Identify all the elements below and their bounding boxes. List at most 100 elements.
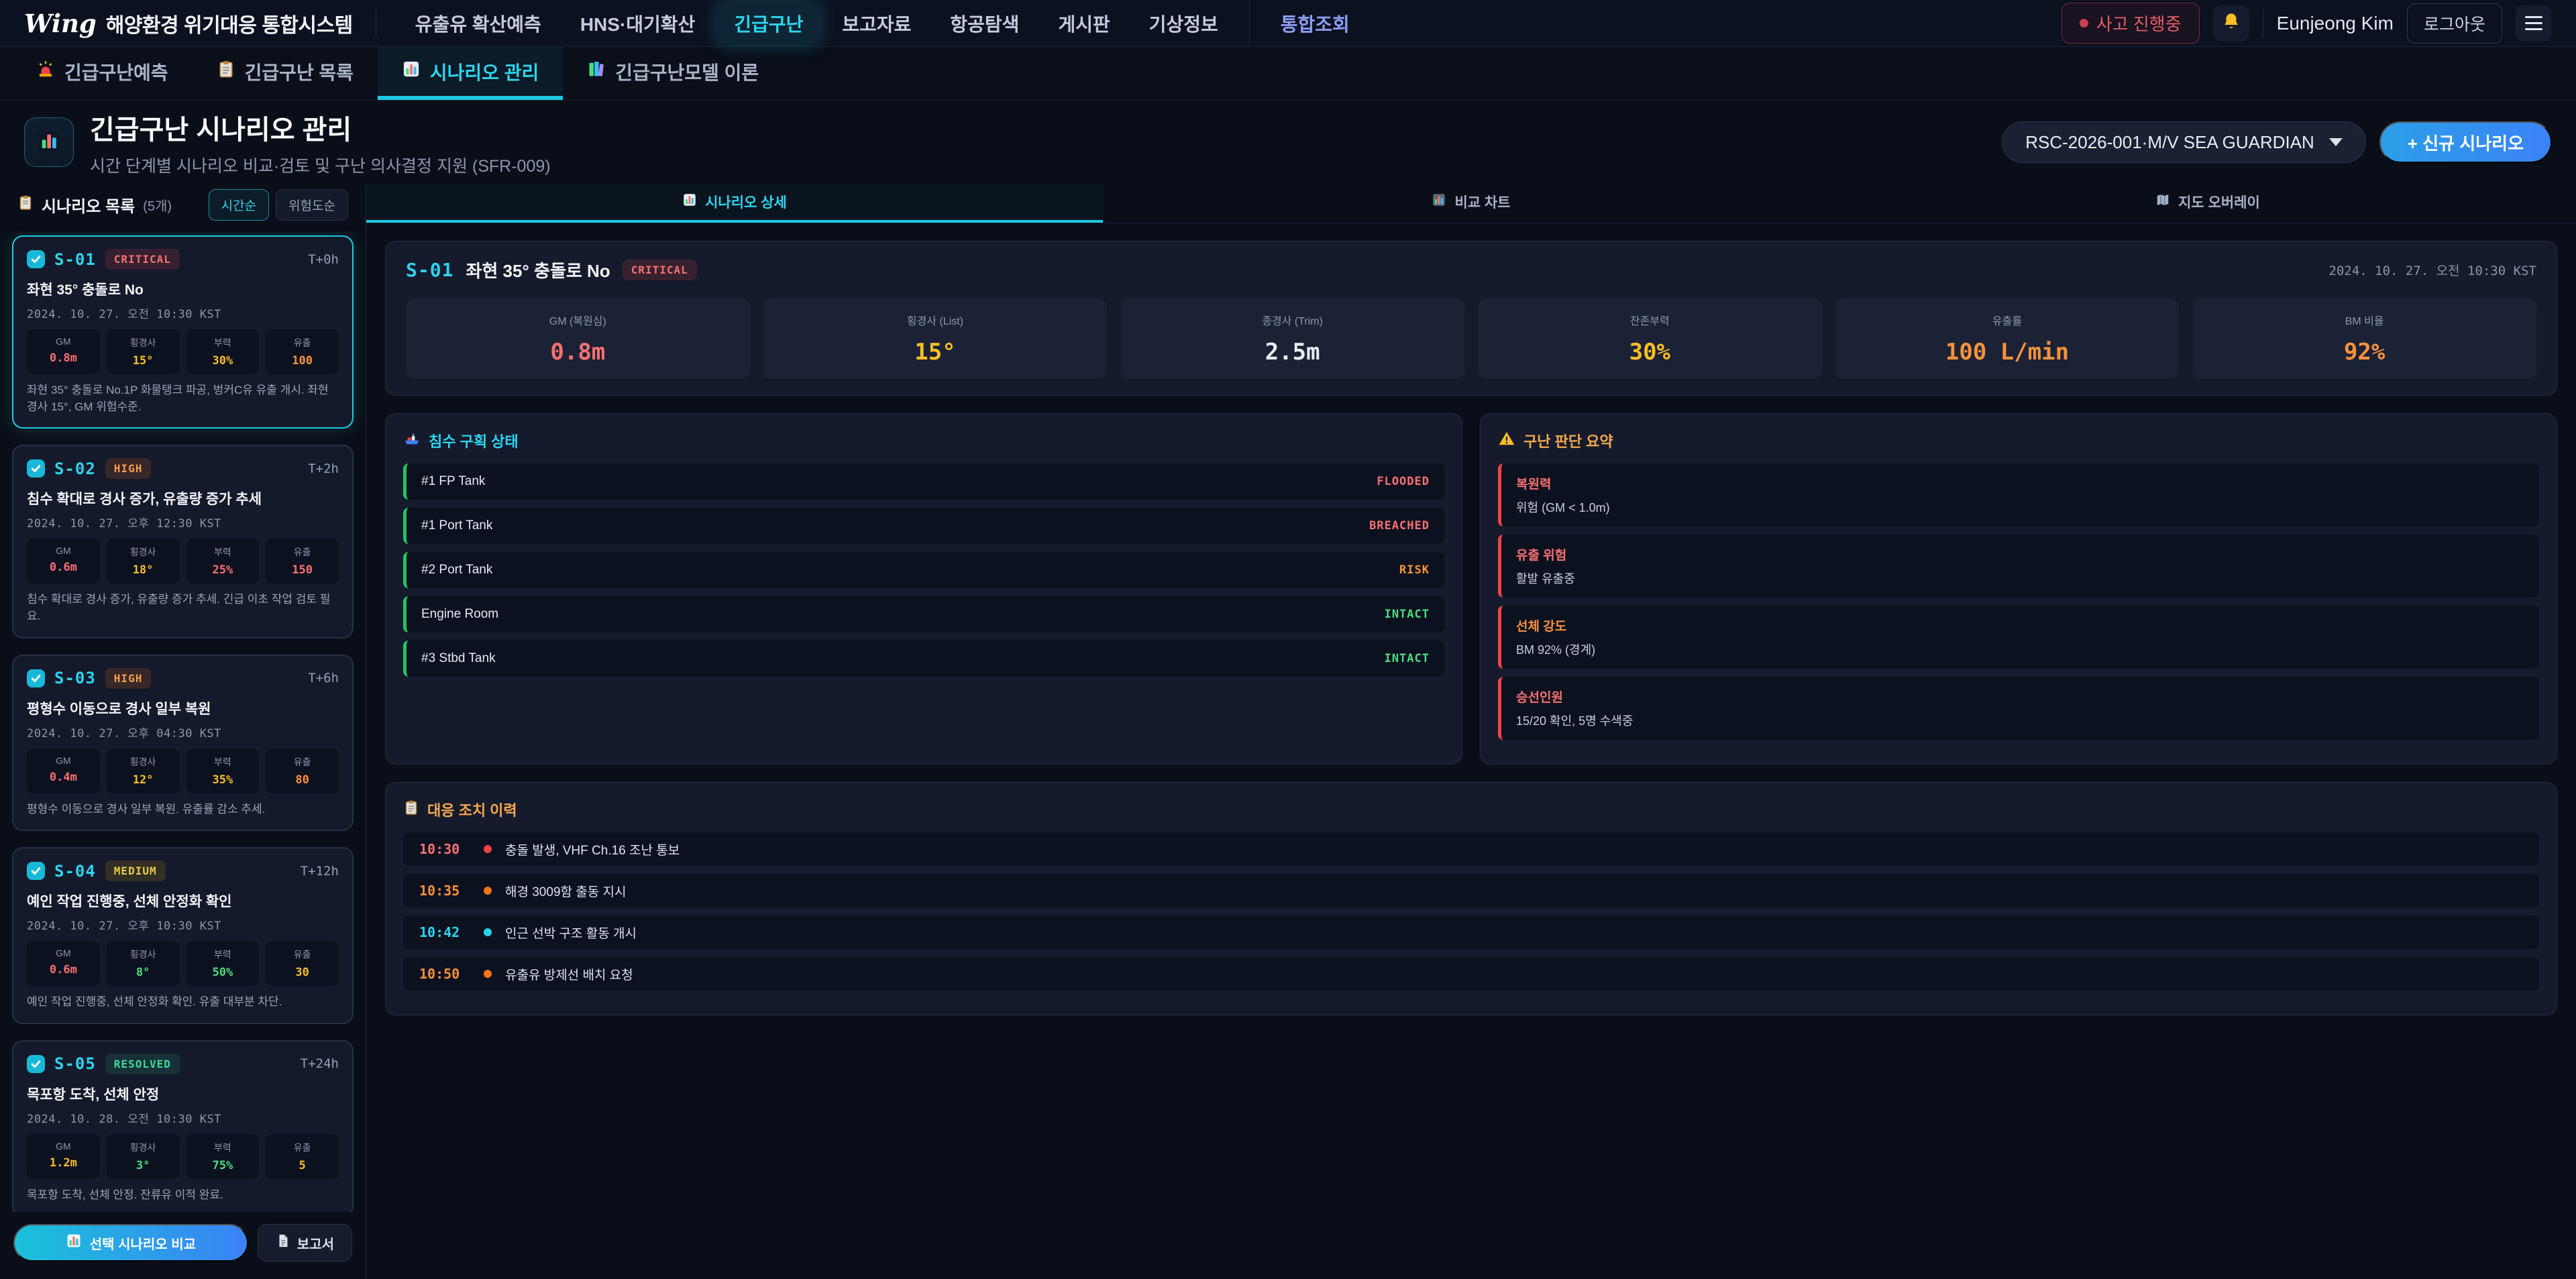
scenario-metrics: GM 0.6m 횡경사 18° 부력 25% 유출 150 <box>27 539 339 583</box>
compartment-status: BREACHED <box>1369 519 1430 533</box>
tab-label: 긴급구난모델 이론 <box>615 58 759 85</box>
bell-icon <box>2221 11 2241 35</box>
nav-item-aerial-search[interactable]: 항공탐색 <box>934 3 1035 44</box>
tab-model-theory[interactable]: 긴급구난모델 이론 <box>563 47 783 100</box>
tab-emergency-list[interactable]: 긴급구난 목록 <box>193 47 378 100</box>
scenario-card-s03[interactable]: S-03 HIGH T+6h 평형수 이동으로 경사 일부 복원 2024. 1… <box>12 655 354 832</box>
scenario-card-s02[interactable]: S-02 HIGH T+2h 침수 확대로 경사 증가, 유출량 증가 추세 2… <box>12 445 354 638</box>
sort-buttons: 시간순 위험도순 <box>209 189 348 221</box>
assessment-label: 승선인원 <box>1516 687 2524 706</box>
case-selector[interactable]: RSC-2026-001·M/V SEA GUARDIAN <box>2002 121 2366 163</box>
clipboard-icon <box>217 60 235 83</box>
metric-value: 5 <box>268 1159 336 1172</box>
nav-item-oil-spill[interactable]: 유출유 확산예측 <box>399 3 557 44</box>
compartment-name: #1 FP Tank <box>421 474 485 489</box>
metric-card-buoyancy: 잔존부력 30% <box>1478 298 1822 379</box>
metric-buoyancy: 부력 75% <box>186 1134 260 1179</box>
panel-title-label: 침수 구획 상태 <box>429 430 519 451</box>
sort-by-time-button[interactable]: 시간순 <box>209 189 269 221</box>
scenario-title: 목포항 도착, 선체 안정 <box>27 1084 339 1104</box>
scenario-datetime: 2024. 10. 27. 오전 10:30 KST <box>27 304 339 321</box>
metric-label: 횡경사 <box>109 545 177 559</box>
tab-comparison-chart[interactable]: 비교 차트 <box>1103 184 1839 223</box>
nav-item-reports[interactable]: 보고자료 <box>826 3 927 44</box>
metric-card-list: 횡경사 (List) 15° <box>763 298 1108 379</box>
metric-label: 횡경사 <box>109 755 177 769</box>
siren-icon <box>36 60 55 83</box>
scenario-card-s04[interactable]: S-04 MEDIUM T+12h 예인 작업 진행중, 선체 안정화 확인 2… <box>12 847 354 1024</box>
timeline-text: 충돌 발생, VHF Ch.16 조난 통보 <box>505 840 680 858</box>
metric-label: 부력 <box>189 755 257 769</box>
metric-label: GM <box>30 755 97 766</box>
timeline-dot-icon <box>484 928 492 936</box>
metric-buoyancy: 부력 50% <box>186 941 260 986</box>
tab-label: 긴급구난 목록 <box>245 58 354 85</box>
logout-button[interactable]: 로그아웃 <box>2407 3 2502 44</box>
severity-badge: MEDIUM <box>105 860 166 881</box>
checkbox-checked[interactable] <box>27 250 45 268</box>
metric-value: 2.5m <box>1127 339 1458 366</box>
checkbox-checked[interactable] <box>27 669 45 687</box>
metric-value: 100 L/min <box>1842 339 2173 366</box>
assessment-row: 유출 위험 활발 유출중 <box>1498 535 2539 598</box>
assessment-value: 활발 유출중 <box>1516 569 2524 587</box>
notifications-button[interactable] <box>2213 5 2249 42</box>
metric-value: 0.8m <box>413 339 743 366</box>
tab-label: 긴급구난예측 <box>64 58 168 85</box>
main-area: 시나리오 상세 비교 차트 지도 오버레이 S-01 좌현 35° 충돌 <box>366 184 2576 1279</box>
nav-item-emergency-salvage[interactable]: 긴급구난 <box>718 3 819 44</box>
metric-value: 0.6m <box>30 963 97 977</box>
detail-scenario-id: S-01 <box>406 259 453 281</box>
scenario-description: 목포항 도착, 선체 안정. 잔류유 이적 완료. <box>27 1187 339 1204</box>
metric-label: GM (복원심) <box>413 312 743 328</box>
metric-label: BM 비율 <box>2199 312 2530 328</box>
report-button[interactable]: 보고서 <box>258 1224 352 1262</box>
tab-scenario-detail[interactable]: 시나리오 상세 <box>366 184 1103 223</box>
metric-label: 횡경사 <box>109 1141 177 1154</box>
scenario-list: S-01 CRITICAL T+0h 좌현 35° 충돌로 No 2024. 1… <box>0 231 366 1212</box>
severity-badge: CRITICAL <box>105 249 180 270</box>
metric-label: 유출 <box>268 336 336 349</box>
panel-row: 침수 구획 상태 #1 FP Tank FLOODED #1 Port Tank… <box>385 413 2557 765</box>
nav-item-weather[interactable]: 기상정보 <box>1133 3 1234 44</box>
tab-map-overlay[interactable]: 지도 오버레이 <box>1839 184 2576 223</box>
clipboard-icon <box>403 799 419 820</box>
severity-badge: HIGH <box>105 458 152 479</box>
sort-by-risk-button[interactable]: 위험도순 <box>276 189 348 221</box>
nav-item-integrated-search[interactable]: 통합조회 <box>1265 3 1366 44</box>
checkbox-checked[interactable] <box>27 1055 45 1073</box>
nav-item-hns[interactable]: HNS·대기확산 <box>564 3 711 44</box>
card-top-row: S-03 HIGH T+6h <box>27 668 339 689</box>
checkbox-checked[interactable] <box>27 862 45 880</box>
tab-emergency-prediction[interactable]: 긴급구난예측 <box>12 47 193 100</box>
metric-label: 부력 <box>189 1141 257 1154</box>
menu-button[interactable] <box>2516 5 2552 42</box>
page-head-text: 긴급구난 시나리오 관리 시간 단계별 시나리오 비교·검토 및 구난 의사결정… <box>90 108 551 177</box>
metric-value: 3° <box>109 1159 177 1172</box>
compartment-row: #3 Stbd Tank INTACT <box>403 641 1444 677</box>
compartment-row: #1 FP Tank FLOODED <box>403 463 1444 500</box>
checkbox-checked[interactable] <box>27 459 45 478</box>
assessment-label: 복원력 <box>1516 474 2524 492</box>
scenario-card-s05[interactable]: S-05 RESOLVED T+24h 목포항 도착, 선체 안정 2024. … <box>12 1040 354 1212</box>
metric-value: 15° <box>770 339 1101 366</box>
timeline-dot-icon <box>484 845 492 853</box>
metric-value: 100 <box>268 354 336 368</box>
new-scenario-button[interactable]: + 신규 시나리오 <box>2379 121 2552 163</box>
scenario-title: 평형수 이동으로 경사 일부 복원 <box>27 698 339 718</box>
response-history-panel: 대응 조치 이력 10:30 충돌 발생, VHF Ch.16 조난 통보 10… <box>385 782 2557 1015</box>
metric-value: 92% <box>2199 339 2530 366</box>
scenario-sidebar: 시나리오 목록 (5개) 시간순 위험도순 S-01 CRITICAL T+0h <box>0 184 366 1279</box>
assessment-row: 복원력 위험 (GM < 1.0m) <box>1498 463 2539 526</box>
time-offset: T+12h <box>301 864 339 879</box>
metric-list: 횡경사 8° <box>107 941 180 986</box>
tab-scenario-management[interactable]: 시나리오 관리 <box>378 47 563 100</box>
card-top-row: S-04 MEDIUM T+12h <box>27 860 339 881</box>
tab-label: 시나리오 관리 <box>430 58 539 85</box>
metric-label: 횡경사 <box>109 948 177 961</box>
metric-label: 횡경사 (List) <box>770 312 1101 328</box>
nav-item-board[interactable]: 게시판 <box>1042 3 1126 44</box>
scenario-card-s01[interactable]: S-01 CRITICAL T+0h 좌현 35° 충돌로 No 2024. 1… <box>12 235 354 429</box>
compartment-row: Engine Room INTACT <box>403 596 1444 632</box>
compare-scenarios-button[interactable]: 선택 시나리오 비교 <box>13 1224 248 1262</box>
